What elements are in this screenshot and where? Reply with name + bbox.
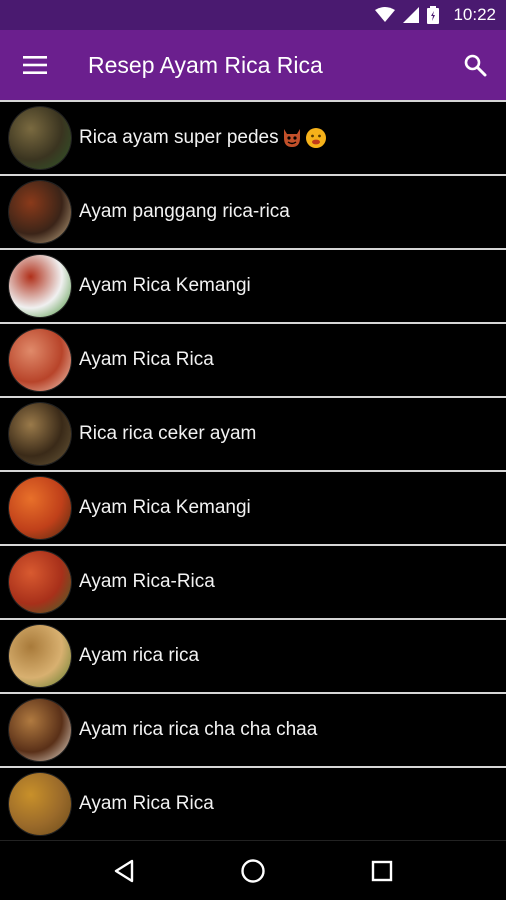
recipe-title: Ayam Rica Kemangi (79, 275, 251, 296)
recipe-thumbnail (9, 255, 71, 317)
recipe-title: Ayam Rica Rica (79, 349, 214, 370)
recipe-title: Rica ayam super pedes (79, 127, 279, 148)
recipe-row[interactable]: Rica rica ceker ayam (0, 396, 506, 470)
recipe-title: Rica rica ceker ayam (79, 423, 257, 444)
home-button[interactable] (223, 841, 283, 900)
recipe-title: Ayam Rica Rica (79, 793, 214, 814)
page-title: Resep Ayam Rica Rica (88, 51, 323, 78)
devil-emoji-icon (281, 127, 303, 149)
recipe-row[interactable]: Ayam rica rica cha cha chaa (0, 692, 506, 766)
recipe-row[interactable]: Ayam Rica Kemangi (0, 248, 506, 322)
search-button[interactable] (444, 30, 506, 100)
menu-icon (23, 56, 47, 74)
recents-icon (371, 860, 392, 881)
recipe-thumbnail (9, 551, 71, 613)
recipe-row[interactable]: Ayam Rica-Rica (0, 544, 506, 618)
navigation-bar (0, 840, 506, 900)
recipe-thumbnail (9, 699, 71, 761)
recipe-thumbnail (9, 773, 71, 835)
recipe-thumbnail (9, 625, 71, 687)
recents-button[interactable] (352, 841, 412, 900)
recipe-title: Ayam panggang rica-rica (79, 201, 290, 222)
menu-button[interactable] (0, 30, 70, 100)
recipe-thumbnail (9, 403, 71, 465)
status-bar: 10:22 (0, 0, 506, 30)
recipe-thumbnail (9, 107, 71, 169)
recipe-list[interactable]: Rica ayam super pedes Ayam panggang rica-… (0, 100, 506, 840)
recipe-row[interactable]: Ayam panggang rica-rica (0, 174, 506, 248)
recipe-row[interactable]: Ayam Rica Rica (0, 322, 506, 396)
recipe-row[interactable]: Ayam Rica Rica (0, 766, 506, 840)
battery-icon (427, 6, 440, 24)
recipe-title: Ayam rica rica cha cha chaa (79, 719, 318, 740)
recipe-title: Ayam Rica-Rica (79, 571, 215, 592)
back-icon (115, 859, 134, 882)
recipe-title: Ayam Rica Kemangi (79, 497, 251, 518)
home-icon (241, 858, 265, 883)
search-icon (464, 54, 487, 77)
back-button[interactable] (94, 841, 154, 900)
cell-signal-icon (403, 7, 420, 23)
recipe-row[interactable]: Rica ayam super pedes (0, 100, 506, 174)
status-clock: 10:22 (453, 5, 496, 24)
wifi-icon (375, 7, 396, 23)
recipe-title: Ayam rica rica (79, 645, 200, 666)
hot-face-emoji-icon (305, 127, 327, 149)
recipe-thumbnail (9, 477, 71, 539)
recipe-thumbnail (9, 329, 71, 391)
recipe-row[interactable]: Ayam rica rica (0, 618, 506, 692)
recipe-thumbnail (9, 181, 71, 243)
recipe-row[interactable]: Ayam Rica Kemangi (0, 470, 506, 544)
app-bar: Resep Ayam Rica Rica (0, 30, 506, 100)
